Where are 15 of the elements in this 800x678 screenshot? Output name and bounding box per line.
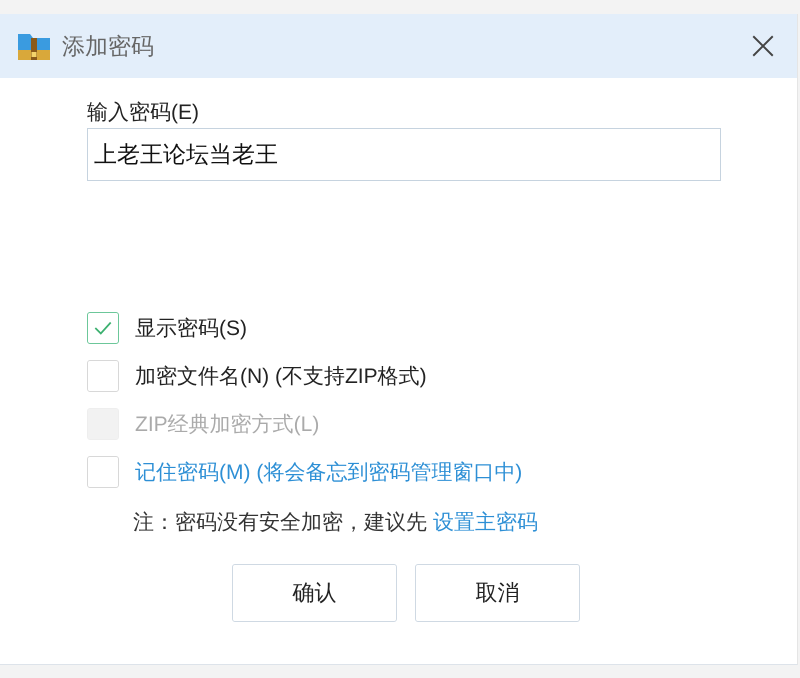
checkbox-label: 显示密码(S)	[135, 316, 247, 342]
window-title: 添加密码	[62, 32, 155, 60]
dialog-button[interactable]: 确认	[232, 564, 397, 622]
password-field[interactable]: 上老王论坛当老王	[87, 128, 721, 181]
dialog-button[interactable]: 取消	[415, 564, 580, 622]
checkbox[interactable]	[87, 360, 119, 392]
checkbox[interactable]	[87, 312, 119, 344]
checkbox-label: 加密文件名(N) (不支持ZIP格式)	[135, 364, 427, 390]
field-label: 输入密码(E)	[87, 100, 200, 126]
checkbox-label: 记住密码(M) (将会备忘到密码管理窗口中)	[135, 460, 522, 486]
checkbox[interactable]	[87, 456, 119, 488]
checkbox-label: ZIP经典加密方式(L)	[135, 412, 320, 438]
close-icon	[750, 33, 776, 59]
set-master-password-link[interactable]: 设置主密码	[432, 511, 538, 534]
note-text: 注：密码没有安全加密，建议先	[133, 511, 427, 534]
